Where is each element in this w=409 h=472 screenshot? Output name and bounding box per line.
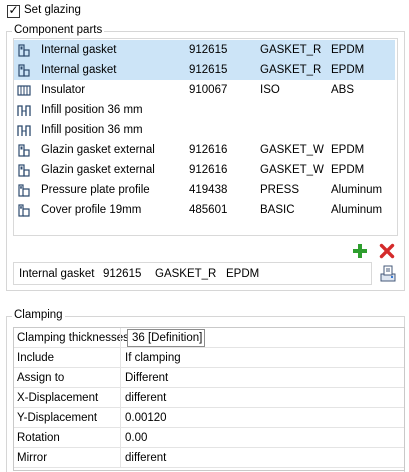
edit-part-icon[interactable] bbox=[378, 264, 398, 284]
part-code: ISO bbox=[260, 84, 280, 96]
part-number: 485601 bbox=[189, 204, 228, 216]
property-row[interactable]: Clamping thicknesses 36 [Definition] bbox=[14, 328, 404, 348]
part-name: Infill position 36 mm bbox=[41, 104, 143, 116]
part-material: Aluminum bbox=[331, 184, 383, 196]
summary-number: 912615 bbox=[103, 268, 142, 280]
part-name: Glazin gasket external bbox=[41, 144, 155, 156]
part-material: EPDM bbox=[331, 64, 365, 76]
property-name: Y-Displacement bbox=[17, 412, 98, 424]
part-number: 419438 bbox=[189, 184, 228, 196]
part-code: GASKET_W bbox=[260, 164, 324, 176]
component-parts-list[interactable]: Internal gasket 912615 GASKET_R EPDM Interna… bbox=[13, 38, 398, 236]
selected-part-summary: Internal gasket 912615 GASKET_R EPDM bbox=[13, 262, 372, 285]
summary-code: GASKET_R bbox=[155, 268, 217, 280]
property-value: 36 [Definition] bbox=[132, 332, 203, 344]
property-row[interactable]: Include If clamping bbox=[14, 348, 404, 368]
list-item[interactable]: Infill position 36 mm bbox=[14, 120, 395, 140]
set-glazing-checkbox[interactable]: ✓ bbox=[7, 3, 20, 18]
part-material: EPDM bbox=[331, 44, 365, 56]
component-parts-legend: Component parts bbox=[12, 24, 105, 37]
property-value[interactable]: 0.00 bbox=[125, 431, 147, 445]
check-mark-icon: ✓ bbox=[8, 3, 19, 17]
set-glazing-label: Set glazing bbox=[24, 4, 81, 16]
list-item[interactable]: Glazin gasket external 912616 GASKET_W EPDM bbox=[14, 140, 395, 160]
list-item[interactable]: Cover profile 19mm 485601 BASIC Aluminum bbox=[14, 200, 395, 220]
part-code: GASKET_R bbox=[260, 44, 322, 56]
gasket-icon bbox=[16, 43, 32, 58]
list-item[interactable]: Internal gasket 912615 GASKET_R EPDM bbox=[14, 40, 395, 60]
list-item[interactable]: Glazin gasket external 912616 GASKET_W EPDM bbox=[14, 160, 395, 180]
part-material: Aluminum bbox=[331, 204, 383, 216]
part-number: 912615 bbox=[189, 64, 228, 76]
part-name: Infill position 36 mm bbox=[41, 124, 143, 136]
part-number: 912615 bbox=[189, 44, 228, 56]
property-row[interactable]: Assign to Different bbox=[14, 368, 404, 388]
part-name: Internal gasket bbox=[41, 44, 117, 56]
property-row[interactable]: Y-Displacement 0.00120 bbox=[14, 408, 404, 428]
property-value[interactable]: 0.00120 bbox=[125, 411, 167, 425]
property-row[interactable]: Rotation 0.00 bbox=[14, 428, 404, 448]
add-icon[interactable] bbox=[352, 243, 368, 259]
property-value[interactable]: Different bbox=[125, 371, 168, 385]
infill-icon bbox=[16, 123, 32, 138]
part-name: Glazin gasket external bbox=[41, 164, 155, 176]
part-name: Insulator bbox=[41, 84, 86, 96]
property-name: Clamping thicknesses bbox=[17, 332, 129, 344]
list-item[interactable]: Infill position 36 mm bbox=[14, 100, 395, 120]
part-name: Cover profile 19mm bbox=[41, 204, 142, 216]
property-name: Include bbox=[17, 352, 55, 364]
column-divider bbox=[120, 368, 121, 388]
profile-icon bbox=[16, 203, 32, 218]
column-divider bbox=[120, 388, 121, 408]
column-divider bbox=[120, 408, 121, 428]
property-value[interactable]: If clamping bbox=[125, 351, 181, 365]
property-row[interactable]: Mirror different bbox=[14, 448, 404, 468]
part-code: GASKET_W bbox=[260, 144, 324, 156]
part-material: EPDM bbox=[331, 144, 365, 156]
part-number: 910067 bbox=[189, 84, 228, 96]
insulator-icon bbox=[16, 83, 32, 98]
part-name: Internal gasket bbox=[41, 64, 117, 76]
part-code: BASIC bbox=[260, 204, 295, 216]
list-item[interactable]: Internal gasket 912615 GASKET_R EPDM bbox=[14, 60, 395, 80]
column-divider bbox=[120, 328, 121, 348]
list-item[interactable]: Insulator 910067 ISO ABS bbox=[14, 80, 395, 100]
part-material: EPDM bbox=[331, 164, 365, 176]
summary-material: EPDM bbox=[226, 268, 260, 280]
summary-name: Internal gasket bbox=[19, 268, 95, 280]
gasket-icon bbox=[16, 163, 32, 178]
property-name: Rotation bbox=[17, 432, 60, 444]
property-row[interactable]: X-Displacement different bbox=[14, 388, 404, 408]
property-name: Mirror bbox=[17, 452, 48, 464]
property-value[interactable]: different bbox=[125, 391, 166, 405]
gasket-icon bbox=[16, 143, 32, 158]
column-divider bbox=[120, 428, 121, 448]
part-code: GASKET_R bbox=[260, 64, 322, 76]
property-name: X-Displacement bbox=[17, 392, 99, 404]
list-item[interactable]: Pressure plate profile 419438 PRESS Aluminu… bbox=[14, 180, 395, 200]
infill-icon bbox=[16, 103, 32, 118]
gasket-icon bbox=[16, 63, 32, 78]
clamping-legend: Clamping bbox=[12, 309, 65, 322]
column-divider bbox=[120, 448, 121, 468]
part-name: Pressure plate profile bbox=[41, 184, 150, 196]
part-code: PRESS bbox=[260, 184, 299, 196]
clamping-property-grid: Clamping thicknesses 36 [Definition] Inclu… bbox=[13, 327, 405, 471]
profile-icon bbox=[16, 183, 32, 198]
property-value-editor[interactable]: 36 [Definition] bbox=[127, 329, 205, 347]
part-number: 912616 bbox=[189, 164, 228, 176]
column-divider bbox=[120, 348, 121, 368]
part-material: ABS bbox=[331, 84, 355, 96]
property-value[interactable]: different bbox=[125, 451, 166, 465]
property-name: Assign to bbox=[17, 372, 65, 384]
delete-icon[interactable] bbox=[379, 243, 395, 259]
part-number: 912616 bbox=[189, 144, 228, 156]
